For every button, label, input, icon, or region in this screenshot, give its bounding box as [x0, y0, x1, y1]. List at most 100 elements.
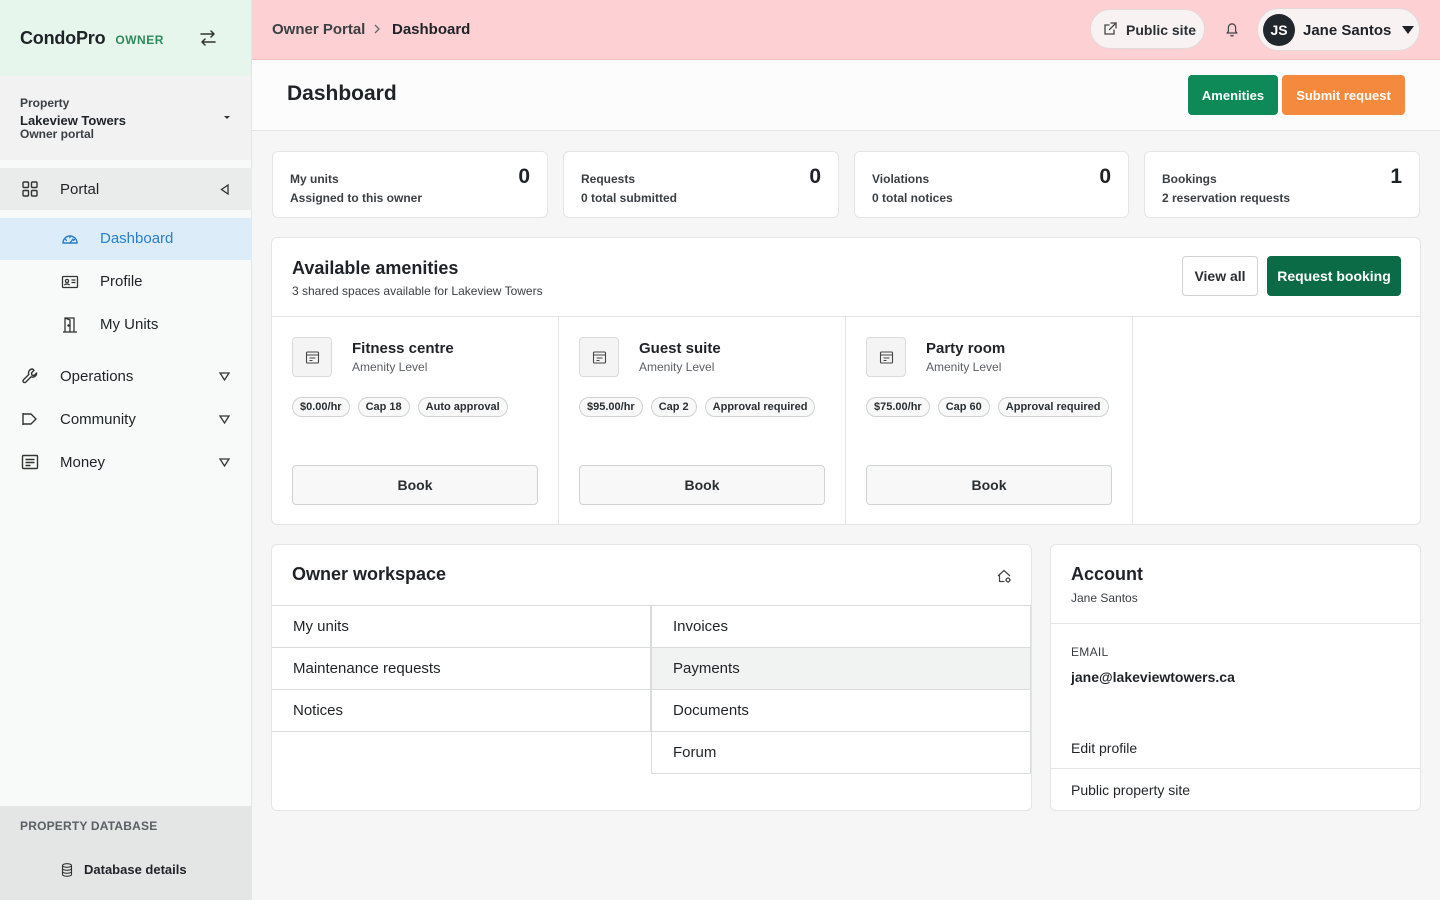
workspace-link-my-units[interactable]: My units	[272, 606, 650, 648]
sidebar-item-dashboard[interactable]: Dashboard	[0, 218, 252, 260]
wrench-icon	[22, 368, 38, 384]
gauge-icon	[62, 235, 78, 244]
public-site-button[interactable]: Public site	[1090, 9, 1205, 49]
amenity-card-party-room: Party room Amenity Level $75.00/hr Cap 6…	[846, 317, 1133, 524]
triangle-left-icon	[220, 184, 229, 195]
amenities-button[interactable]: Amenities	[1188, 75, 1278, 115]
amenity-card-fitness-centre: Fitness centre Amenity Level $0.00/hr Ca…	[272, 317, 559, 524]
avatar: JS	[1263, 14, 1295, 46]
property-name: Lakeview Towers	[20, 113, 126, 128]
amenity-level: Amenity Level	[926, 360, 1002, 374]
stat-card-my-units: My units Assigned to this owner 0	[272, 151, 548, 218]
nav-community[interactable]: Community	[0, 398, 252, 440]
home-settings-icon[interactable]	[996, 568, 1012, 584]
stat-subtitle: 2 reservation requests	[1162, 191, 1291, 205]
amenities-title: Available amenities	[292, 258, 459, 278]
triangle-down-icon	[219, 372, 230, 381]
user-name: Jane Santos	[1303, 22, 1392, 39]
nav-operations[interactable]: Operations	[0, 355, 252, 397]
property-database-section: PROPERTY DATABASE Database details	[0, 806, 252, 900]
amenity-icon-box	[579, 337, 619, 377]
calendar-icon	[592, 351, 607, 364]
page-title: Dashboard	[287, 82, 397, 105]
amenity-level: Amenity Level	[639, 360, 715, 374]
sidebar-item-profile[interactable]: Profile	[0, 261, 252, 303]
triangle-down-icon	[219, 415, 230, 424]
page-header: Dashboard Amenities Submit request	[252, 60, 1440, 131]
workspace-link-forum[interactable]: Forum	[652, 732, 1030, 774]
sidebar-item-label: My Units	[100, 316, 159, 333]
stat-card-violations: Violations 0 total notices 0	[854, 151, 1129, 218]
amenity-card-guest-suite: Guest suite Amenity Level $95.00/hr Cap …	[559, 317, 846, 524]
door-icon	[63, 317, 77, 333]
property-database-title: PROPERTY DATABASE	[20, 819, 158, 833]
sidebar-item-my-units[interactable]: My Units	[0, 304, 252, 346]
book-button[interactable]: Book	[292, 465, 538, 505]
book-button[interactable]: Book	[866, 465, 1112, 505]
external-link-icon	[1104, 22, 1117, 35]
brand-role-tag: OWNER	[115, 33, 164, 47]
brand-name[interactable]: CondoPro	[20, 28, 106, 49]
workspace-link-invoices[interactable]: Invoices	[652, 606, 1030, 648]
breadcrumb-current: Dashboard	[392, 21, 471, 38]
capacity-chip: Cap 60	[937, 397, 990, 417]
workspace-left-column: My units Maintenance requests Notices	[272, 605, 651, 732]
id-card-icon	[61, 275, 79, 289]
top-bar: Owner Portal Dashboard Public site JS Ja…	[252, 0, 1440, 60]
public-site-label: Public site	[1126, 22, 1197, 38]
receipt-icon	[21, 454, 39, 470]
workspace-link-payments[interactable]: Payments	[652, 648, 1030, 690]
email-value: jane@lakeviewtowers.ca	[1071, 669, 1235, 685]
property-label: Property	[20, 96, 70, 110]
amenity-chips: $0.00/hr Cap 18 Auto approval	[292, 397, 542, 417]
property-selector[interactable]: Property Lakeview Towers Owner portal	[0, 76, 251, 160]
triangle-down-icon	[219, 458, 230, 467]
calendar-icon	[305, 351, 320, 364]
stat-label: Bookings	[1162, 172, 1217, 186]
request-booking-button[interactable]: Request booking	[1267, 256, 1401, 296]
stat-card-requests: Requests 0 total submitted 0	[563, 151, 839, 218]
rate-chip: $95.00/hr	[579, 397, 643, 417]
sidebar-item-label: Dashboard	[100, 230, 174, 247]
bell-icon[interactable]	[1225, 21, 1239, 37]
rate-chip: $0.00/hr	[292, 397, 350, 417]
brand-header: CondoPro OWNER	[0, 0, 251, 76]
amenities-subtitle: 3 shared spaces available for Lakeview T…	[292, 284, 543, 298]
breadcrumb-owner-portal[interactable]: Owner Portal	[272, 21, 365, 38]
view-all-button[interactable]: View all	[1182, 256, 1258, 296]
stat-label: My units	[290, 172, 339, 186]
nav-portal[interactable]: Portal	[0, 168, 252, 210]
caret-down-icon	[1402, 26, 1414, 34]
book-button[interactable]: Book	[579, 465, 825, 505]
workspace-link-documents[interactable]: Documents	[652, 690, 1030, 732]
calendar-icon	[879, 351, 894, 364]
public-property-site-link[interactable]: Public property site	[1071, 782, 1190, 798]
divider	[1051, 768, 1420, 769]
stat-subtitle: 0 total notices	[872, 191, 953, 205]
database-details-link[interactable]: Database details	[84, 862, 187, 877]
account-name: Jane Santos	[1071, 591, 1138, 605]
amenity-level: Amenity Level	[352, 360, 428, 374]
submit-request-button[interactable]: Submit request	[1282, 75, 1405, 115]
user-menu[interactable]: JS Jane Santos	[1257, 8, 1420, 51]
workspace-right-column: Invoices Payments Documents Forum	[651, 605, 1031, 774]
amenity-name: Party room	[926, 340, 1006, 357]
edit-profile-link[interactable]: Edit profile	[1071, 740, 1137, 756]
owner-workspace-panel: Owner workspace My units Maintenance req…	[271, 544, 1032, 811]
capacity-chip: Cap 2	[650, 397, 697, 417]
nav-operations-label: Operations	[60, 367, 134, 385]
capacity-chip: Cap 18	[357, 397, 410, 417]
workspace-link-notices[interactable]: Notices	[272, 690, 650, 732]
workspace-link-maintenance[interactable]: Maintenance requests	[272, 648, 650, 690]
stat-value: 1	[1390, 165, 1402, 188]
approval-chip: Approval required	[704, 397, 816, 417]
divider	[1051, 623, 1420, 624]
rate-chip: $75.00/hr	[866, 397, 930, 417]
account-title: Account	[1071, 564, 1143, 584]
amenity-name: Guest suite	[639, 340, 721, 357]
swap-icon[interactable]	[199, 29, 217, 47]
database-icon	[61, 863, 73, 877]
caret-down-icon[interactable]	[224, 116, 230, 119]
grid-icon	[22, 181, 38, 197]
nav-money[interactable]: Money	[0, 441, 252, 483]
